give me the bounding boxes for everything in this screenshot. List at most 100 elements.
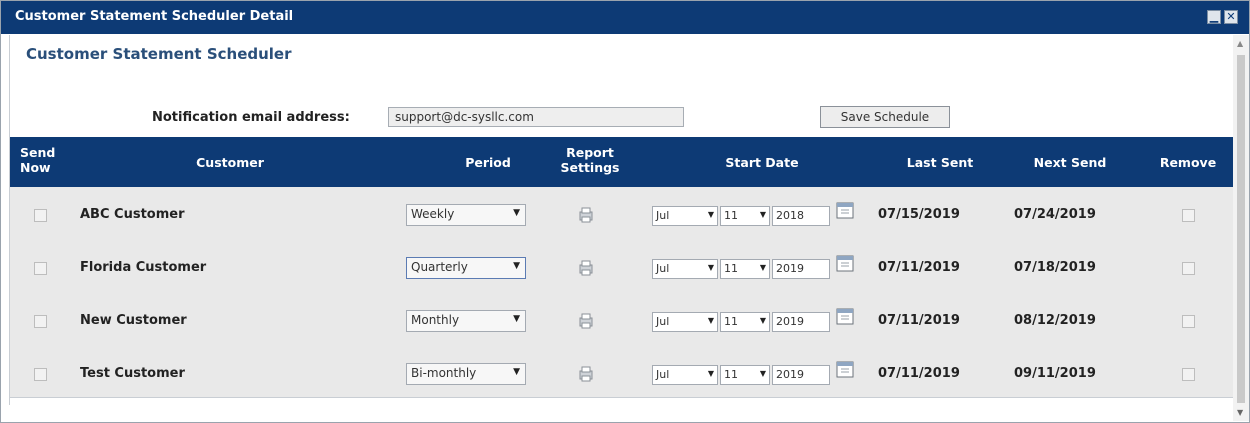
chevron-down-icon: ▼	[513, 367, 520, 377]
window-titlebar[interactable]: Customer Statement Scheduler Detail ▁ ✕	[1, 1, 1249, 34]
chevron-down-icon: ▼	[759, 263, 766, 272]
customer-name: New Customer	[80, 313, 187, 328]
next-send-date: 08/12/2019	[1014, 313, 1096, 328]
report-settings-icon[interactable]	[578, 313, 594, 329]
minimize-icon[interactable]: ▁	[1207, 10, 1221, 24]
content-area: Customer Statement Scheduler Notificatio…	[9, 35, 1234, 405]
start-month-value: Jul	[656, 368, 670, 381]
start-month-select[interactable]: Jul ▼	[652, 365, 718, 385]
last-sent-date: 07/11/2019	[878, 260, 960, 275]
chevron-down-icon: ▼	[759, 369, 766, 378]
chevron-down-icon: ▼	[513, 261, 520, 271]
col-send-now: Send Now	[20, 145, 64, 175]
chevron-down-icon: ▼	[759, 316, 766, 325]
next-send-date: 09/11/2019	[1014, 366, 1096, 381]
calendar-icon[interactable]	[836, 307, 854, 325]
last-sent-date: 07/15/2019	[878, 207, 960, 222]
start-year-field[interactable]: 2019	[772, 259, 830, 279]
chevron-down-icon: ▼	[707, 263, 714, 272]
last-sent-date: 07/11/2019	[878, 366, 960, 381]
period-select[interactable]: Quarterly ▼	[406, 257, 526, 279]
start-year-value: 2019	[776, 315, 804, 328]
schedule-table: Send Now Customer Period Report Settings…	[10, 137, 1234, 398]
email-field[interactable]	[388, 107, 684, 127]
period-select[interactable]: Weekly ▼	[406, 204, 526, 226]
start-day-select[interactable]: 11 ▼	[720, 365, 770, 385]
start-day-value: 11	[724, 315, 738, 328]
start-year-value: 2019	[776, 368, 804, 381]
table-row: Test Customer Bi-monthly ▼ Jul ▼ 11 ▼ 2019 …	[10, 350, 1234, 400]
page-title: Customer Statement Scheduler	[26, 45, 292, 63]
period-value: Quarterly	[411, 260, 468, 274]
col-customer: Customer	[196, 155, 264, 170]
col-period: Period	[465, 155, 511, 170]
chevron-down-icon: ▼	[513, 208, 520, 218]
next-send-date: 07/18/2019	[1014, 260, 1096, 275]
remove-checkbox[interactable]	[1182, 368, 1195, 381]
table-body: ABC Customer Weekly ▼ Jul ▼ 11 ▼ 2018 07/15…	[10, 187, 1234, 398]
chevron-down-icon: ▼	[707, 210, 714, 219]
report-settings-icon[interactable]	[578, 260, 594, 276]
chevron-down-icon: ▼	[707, 316, 714, 325]
period-value: Weekly	[411, 207, 455, 221]
table-header: Send Now Customer Period Report Settings…	[10, 137, 1234, 187]
vertical-scrollbar[interactable]: ▲ ▼	[1233, 35, 1249, 421]
calendar-icon[interactable]	[836, 254, 854, 272]
start-year-field[interactable]: 2019	[772, 312, 830, 332]
col-send-now-line1: Send	[20, 145, 56, 160]
send-now-checkbox[interactable]	[34, 262, 47, 275]
start-year-field[interactable]: 2019	[772, 365, 830, 385]
scroll-up-icon[interactable]: ▲	[1237, 39, 1243, 48]
send-now-checkbox[interactable]	[34, 315, 47, 328]
calendar-icon[interactable]	[836, 201, 854, 219]
period-select[interactable]: Bi-monthly ▼	[406, 363, 526, 385]
scroll-down-icon[interactable]: ▼	[1237, 408, 1243, 417]
remove-checkbox[interactable]	[1182, 315, 1195, 328]
scheduler-window: Customer Statement Scheduler Detail ▁ ✕ …	[0, 0, 1250, 423]
customer-name: ABC Customer	[80, 207, 185, 222]
col-last-sent: Last Sent	[906, 155, 974, 170]
start-day-value: 11	[724, 368, 738, 381]
period-value: Bi-monthly	[411, 366, 477, 380]
start-month-value: Jul	[656, 209, 670, 222]
col-next-send: Next Send	[1033, 155, 1107, 170]
customer-name: Test Customer	[80, 366, 185, 381]
customer-name: Florida Customer	[80, 260, 207, 275]
period-value: Monthly	[411, 313, 460, 327]
email-label: Notification email address:	[152, 110, 350, 125]
window-title: Customer Statement Scheduler Detail	[15, 9, 294, 24]
col-send-now-line2: Now	[20, 160, 51, 175]
period-select[interactable]: Monthly ▼	[406, 310, 526, 332]
calendar-icon[interactable]	[836, 360, 854, 378]
send-now-checkbox[interactable]	[34, 368, 47, 381]
scrollbar-thumb[interactable]	[1237, 55, 1245, 403]
start-day-select[interactable]: 11 ▼	[720, 206, 770, 226]
next-send-date: 07/24/2019	[1014, 207, 1096, 222]
table-row: New Customer Monthly ▼ Jul ▼ 11 ▼ 2019 07/1…	[10, 297, 1234, 347]
col-remove: Remove	[1159, 155, 1217, 170]
last-sent-date: 07/11/2019	[878, 313, 960, 328]
send-now-checkbox[interactable]	[34, 209, 47, 222]
remove-checkbox[interactable]	[1182, 209, 1195, 222]
start-day-value: 11	[724, 209, 738, 222]
start-month-select[interactable]: Jul ▼	[652, 259, 718, 279]
save-button[interactable]: Save Schedule	[820, 106, 950, 128]
chevron-down-icon: ▼	[707, 369, 714, 378]
start-day-select[interactable]: 11 ▼	[720, 259, 770, 279]
start-year-value: 2019	[776, 262, 804, 275]
col-start-date: Start Date	[725, 155, 799, 170]
report-settings-icon[interactable]	[578, 207, 594, 223]
start-year-field[interactable]: 2018	[772, 206, 830, 226]
start-month-select[interactable]: Jul ▼	[652, 206, 718, 226]
start-month-value: Jul	[656, 262, 670, 275]
table-row: Florida Customer Quarterly ▼ Jul ▼ 11 ▼ 201…	[10, 244, 1234, 294]
table-row: ABC Customer Weekly ▼ Jul ▼ 11 ▼ 2018 07/15…	[10, 191, 1234, 241]
start-month-value: Jul	[656, 315, 670, 328]
start-day-select[interactable]: 11 ▼	[720, 312, 770, 332]
start-day-value: 11	[724, 262, 738, 275]
report-settings-icon[interactable]	[578, 366, 594, 382]
chevron-down-icon: ▼	[759, 210, 766, 219]
remove-checkbox[interactable]	[1182, 262, 1195, 275]
close-icon[interactable]: ✕	[1224, 10, 1238, 24]
start-month-select[interactable]: Jul ▼	[652, 312, 718, 332]
